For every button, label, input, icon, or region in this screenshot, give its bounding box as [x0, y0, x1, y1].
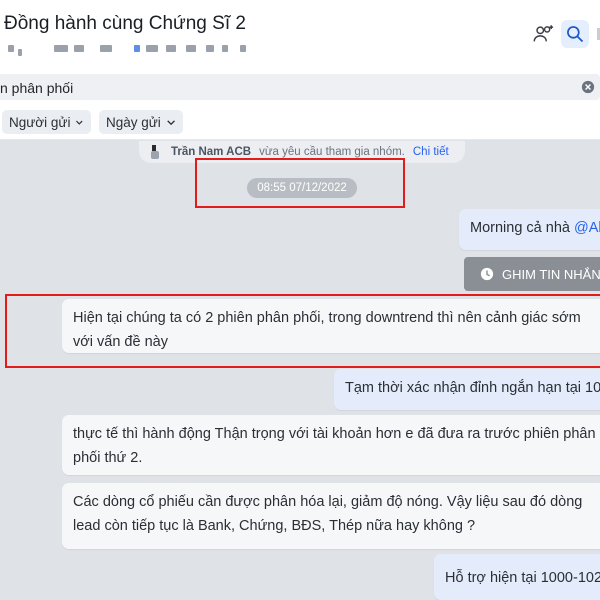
search-button[interactable] [561, 20, 589, 48]
pin-message-label: GHIM TIN NHẮN [502, 266, 600, 282]
notice-details-link[interactable]: Chi tiết [413, 146, 449, 158]
add-member-button[interactable] [529, 20, 557, 48]
member-list-blurred[interactable] [8, 45, 258, 56]
sender-filter-dropdown[interactable]: Người gửi [2, 110, 91, 134]
requester-name[interactable]: Trần Nam ACB [171, 146, 251, 158]
message-bubble[interactable]: Tạm thời xác nhận đỉnh ngắn hạn tại 1095 [334, 369, 600, 410]
date-filter-dropdown[interactable]: Ngày gửi [99, 110, 183, 134]
message-list[interactable]: Trần Nam ACB vừa yêu cầu tham gia nhóm. … [0, 141, 600, 600]
join-request-notice: Trần Nam ACB vừa yêu cầu tham gia nhóm. … [139, 141, 465, 163]
clear-icon[interactable] [581, 80, 595, 94]
group-title[interactable]: Đồng hành cùng Chứng Sĩ 2 [4, 13, 246, 35]
sender-filter-label: Người gửi [9, 114, 71, 130]
chevron-down-icon [76, 120, 83, 125]
message-text: Hỗ trợ hiện tại 1000-1020 [445, 570, 600, 586]
search-query[interactable]: n phân phối [0, 80, 73, 96]
chevron-down-icon [167, 119, 175, 125]
message-text: thực tế thì hành động Thận trọng với tài… [73, 426, 596, 466]
message-bubble[interactable]: thực tế thì hành động Thận trọng với tài… [62, 415, 600, 475]
date-filter-label: Ngày gửi [106, 114, 161, 130]
add-user-icon [533, 25, 554, 42]
message-bubble[interactable]: Hiện tại chúng ta có 2 phiên phân phối, … [62, 299, 600, 353]
message-text: Tạm thời xác nhận đỉnh ngắn hạn tại 1095 [345, 380, 600, 396]
mention-all[interactable]: @All [574, 220, 600, 236]
chat-header: Đồng hành cùng Chứng Sĩ 2 n phân phối Ng… [0, 0, 600, 140]
message-bubble[interactable]: Hỗ trợ hiện tại 1000-1020 [434, 554, 600, 600]
search-input[interactable]: n phân phối [0, 74, 600, 100]
message-bubble[interactable]: Morning cả nhà @All [459, 209, 600, 250]
clock-icon [480, 267, 494, 281]
user-avatar-icon [151, 145, 159, 159]
message-text: Hiện tại chúng ta có 2 phiên phân phối, … [73, 310, 581, 350]
pin-message-button[interactable]: GHIM TIN NHẮN [464, 257, 600, 291]
search-icon [567, 26, 584, 43]
notice-text: vừa yêu cầu tham gia nhóm. [259, 146, 405, 158]
message-bubble[interactable]: Các dòng cổ phiếu cần được phân hóa lại,… [62, 483, 600, 549]
date-separator: 08:55 07/12/2022 [247, 178, 357, 198]
message-text: Các dòng cổ phiếu cần được phân hóa lại,… [73, 494, 583, 534]
message-text: Morning cả nhà [470, 220, 574, 236]
